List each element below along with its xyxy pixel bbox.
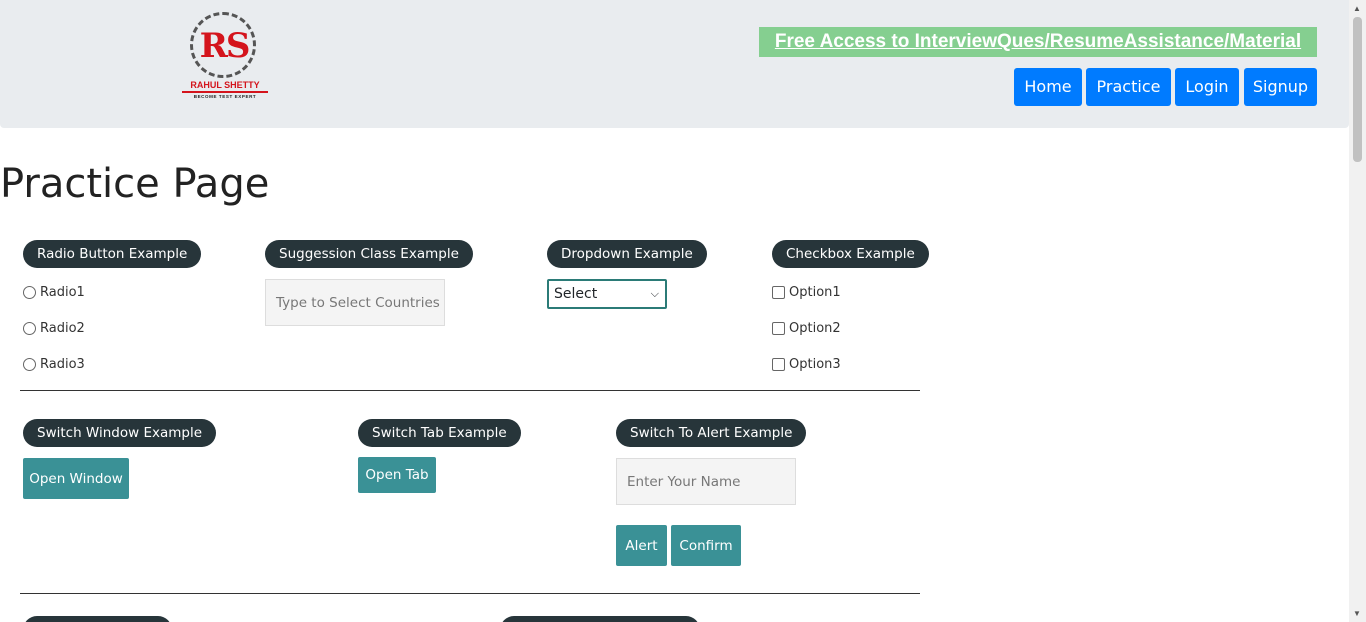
confirm-button[interactable]: Confirm xyxy=(671,525,741,566)
country-autocomplete-input[interactable]: Type to Select Countries xyxy=(265,279,445,326)
nav-login-button[interactable]: Login xyxy=(1175,68,1239,106)
radio-icon[interactable] xyxy=(23,358,36,371)
checkbox-label: Option3 xyxy=(789,357,841,372)
radio-label: Radio2 xyxy=(40,321,85,336)
radio-option-3[interactable]: Radio3 xyxy=(23,357,85,372)
radio-label: Radio3 xyxy=(40,357,85,372)
scroll-up-icon[interactable]: ▲ xyxy=(1353,4,1361,13)
chevron-down-icon: ⌵ xyxy=(650,287,659,300)
name-input[interactable]: Enter Your Name xyxy=(616,458,796,505)
site-header: RS RAHUL SHETTY BECOME TEST EXPERT Free … xyxy=(0,0,1349,128)
nav-signup-button[interactable]: Signup xyxy=(1244,68,1317,106)
next-section-title xyxy=(500,616,700,622)
dropdown-section-title: Dropdown Example xyxy=(547,240,707,268)
switch-tab-title: Switch Tab Example xyxy=(358,419,521,447)
logo-tagline: BECOME TEST EXPERT xyxy=(193,94,257,99)
nav-practice-button[interactable]: Practice xyxy=(1086,68,1171,106)
radio-label: Radio1 xyxy=(40,285,85,300)
radio-icon[interactable] xyxy=(23,322,36,335)
scrollbar-thumb[interactable] xyxy=(1353,17,1362,162)
checkbox-section-title: Checkbox Example xyxy=(772,240,929,268)
free-access-link[interactable]: Free Access to InterviewQues/ResumeAssis… xyxy=(759,27,1317,57)
logo-name: RAHUL SHETTY xyxy=(182,80,268,93)
suggestion-section-title: Suggession Class Example xyxy=(265,240,473,268)
alert-section-title: Switch To Alert Example xyxy=(616,419,807,447)
vertical-scrollbar[interactable]: ▲ ▼ xyxy=(1349,0,1366,622)
page-title: Practice Page xyxy=(0,161,270,207)
radio-section-title: Radio Button Example xyxy=(23,240,202,268)
checkbox-option-2[interactable]: Option2 xyxy=(772,321,841,336)
section-divider xyxy=(20,593,920,594)
rahul-shetty-logo[interactable]: RS RAHUL SHETTY BECOME TEST EXPERT xyxy=(180,12,270,100)
checkbox-icon[interactable] xyxy=(772,286,785,299)
checkbox-label: Option2 xyxy=(789,321,841,336)
alert-button[interactable]: Alert xyxy=(616,525,667,566)
scroll-down-icon[interactable]: ▼ xyxy=(1353,609,1361,618)
checkbox-label: Option1 xyxy=(789,285,841,300)
next-section-title xyxy=(23,616,172,622)
radio-icon[interactable] xyxy=(23,286,36,299)
open-tab-button[interactable]: Open Tab xyxy=(358,457,436,493)
dropdown-selected-value: Select xyxy=(554,286,598,302)
radio-option-1[interactable]: Radio1 xyxy=(23,285,85,300)
open-window-button[interactable]: Open Window xyxy=(23,458,129,499)
radio-option-2[interactable]: Radio2 xyxy=(23,321,85,336)
switch-window-title: Switch Window Example xyxy=(23,419,217,447)
logo-mark: RS xyxy=(199,26,251,66)
checkbox-icon[interactable] xyxy=(772,322,785,335)
nav-home-button[interactable]: Home xyxy=(1014,68,1082,106)
checkbox-icon[interactable] xyxy=(772,358,785,371)
checkbox-option-3[interactable]: Option3 xyxy=(772,357,841,372)
section-divider xyxy=(20,390,920,391)
dropdown-select[interactable]: Select ⌵ xyxy=(547,279,667,309)
checkbox-option-1[interactable]: Option1 xyxy=(772,285,841,300)
